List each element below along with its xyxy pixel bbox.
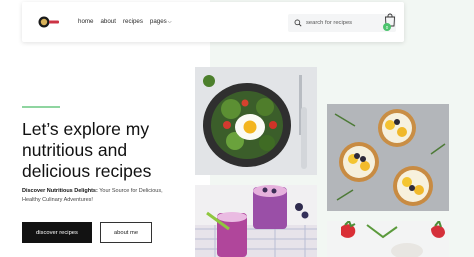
nav-item-pages-label: pages — [149, 18, 167, 25]
hero-title: Let’s explore my nutritious and deliciou… — [22, 119, 202, 182]
citrus-tart-photo — [327, 104, 449, 211]
salad-egg-photo — [195, 67, 317, 175]
search-icon — [294, 19, 302, 27]
nav-item-about[interactable]: about — [100, 18, 115, 25]
nav-item-pages[interactable]: pages⌵ — [150, 18, 172, 25]
accent-divider — [22, 106, 60, 108]
main-nav: home about recipes pages⌵ — [78, 18, 172, 25]
hero-subtitle-bold: Discover Nutritious Delights: — [22, 188, 98, 194]
hero-title-line: nutritious and — [22, 140, 128, 160]
discover-recipes-button[interactable]: discover recipes — [22, 222, 92, 243]
site-header: home about recipes pages⌵ 0 — [22, 2, 404, 42]
berry-smoothie-photo — [195, 185, 317, 257]
about-me-button[interactable]: about me — [100, 222, 152, 243]
site-logo[interactable] — [38, 16, 60, 28]
search-box — [288, 14, 396, 32]
cart-count-badge: 0 — [383, 23, 391, 31]
search-input[interactable] — [306, 20, 386, 26]
chevron-down-icon: ⌵ — [167, 19, 172, 25]
nav-item-home[interactable]: home — [78, 18, 93, 25]
strawberry-photo — [327, 221, 449, 257]
nav-item-recipes[interactable]: recipes — [123, 18, 143, 25]
hero-title-line: Let’s explore my — [22, 119, 150, 139]
hero-title-line: delicious recipes — [22, 161, 152, 181]
hero-subtitle: Discover Nutritious Delights: Your Sourc… — [22, 187, 182, 205]
